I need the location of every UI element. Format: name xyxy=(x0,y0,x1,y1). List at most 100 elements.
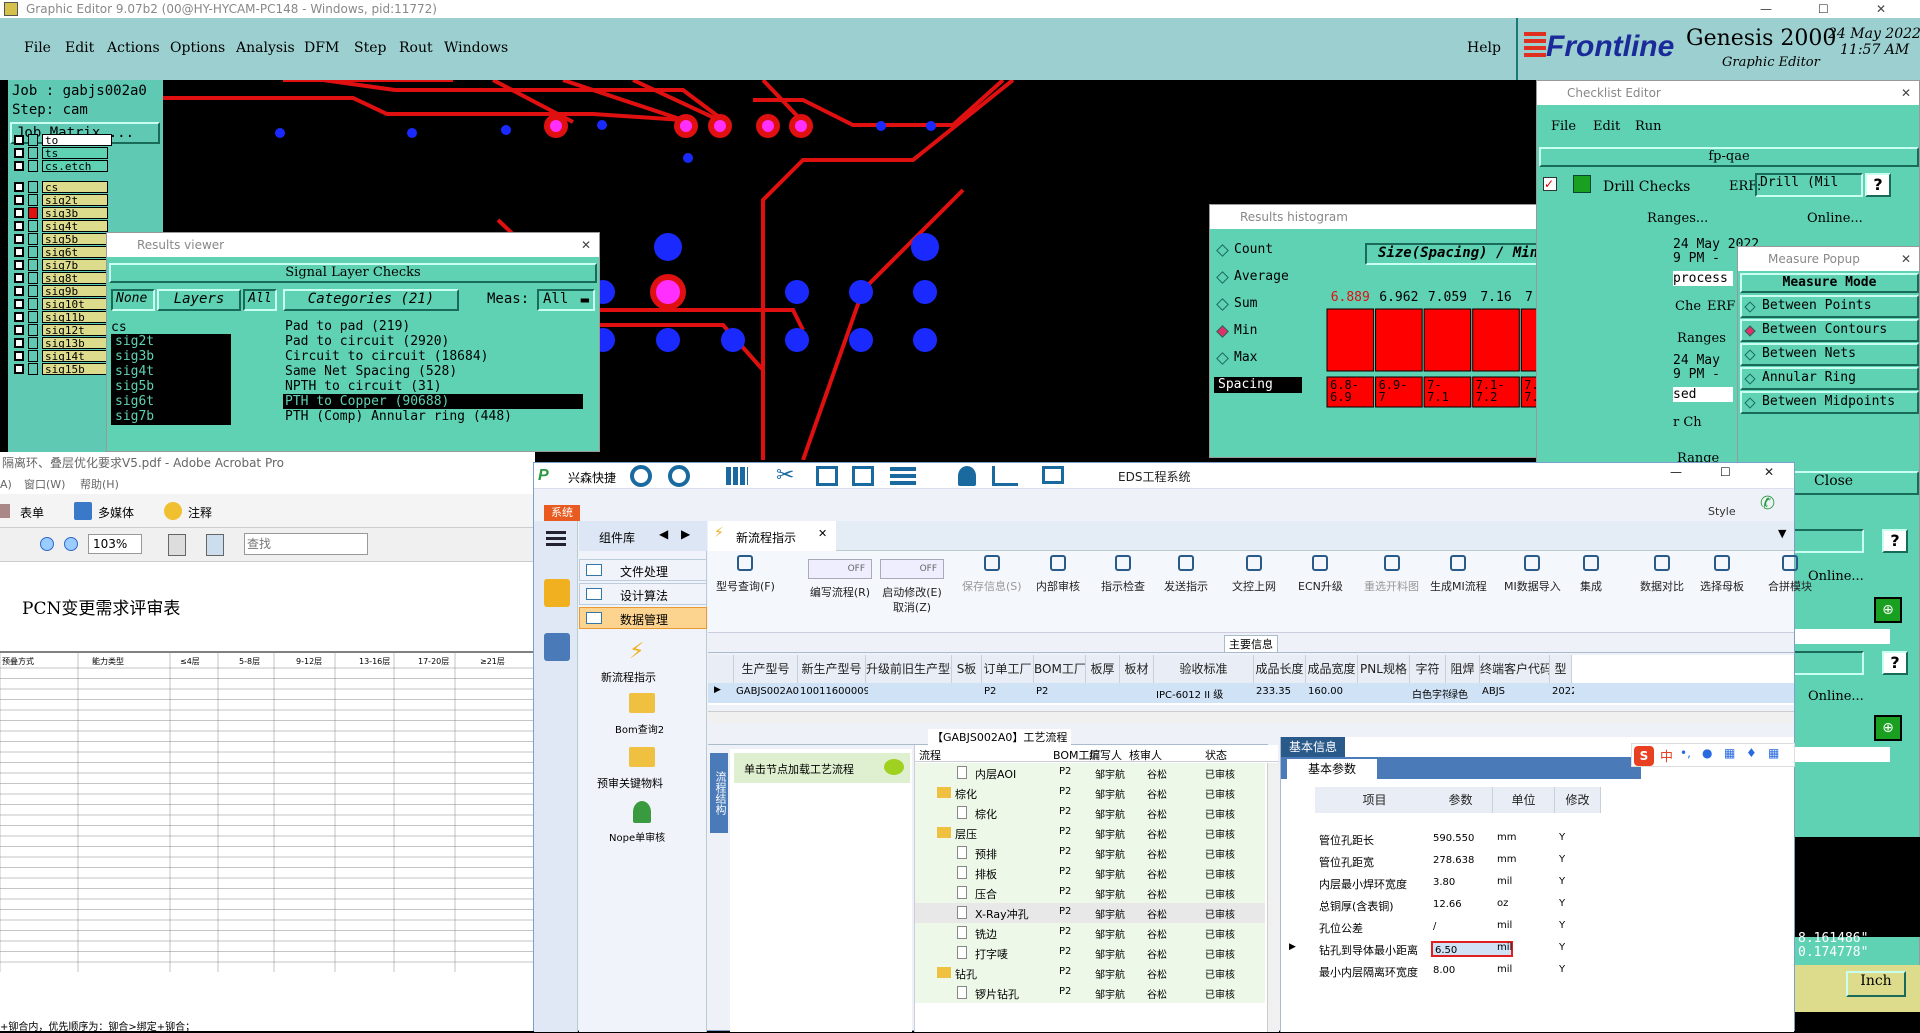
ime-logo-icon[interactable]: S xyxy=(1634,746,1654,766)
flow-row[interactable]: 棕化 P2 邹宇航 谷松 已审核 xyxy=(915,803,1265,823)
param-column-header[interactable]: 单位 xyxy=(1493,787,1555,813)
style-label[interactable]: Style xyxy=(1708,505,1736,518)
folder-icon[interactable] xyxy=(629,693,655,713)
param-column-header[interactable]: 修改 xyxy=(1555,787,1601,813)
forms-button[interactable]: 表单 xyxy=(20,504,44,521)
acrobat-menu-window[interactable]: 窗口(W) xyxy=(24,476,65,494)
checklist-menu-file[interactable]: File xyxy=(1551,119,1576,134)
ime-punct-icon[interactable]: •, xyxy=(1680,746,1691,760)
grid-column-header[interactable]: 订单工厂 xyxy=(982,655,1034,683)
ranges-button[interactable]: Ranges... xyxy=(1647,211,1708,226)
grid-icon[interactable] xyxy=(726,467,748,485)
factory-icon[interactable] xyxy=(544,579,570,607)
param-row[interactable]: ▶ 钻孔到导体最小距离 6.50 mil Y xyxy=(1285,939,1615,959)
sidebar-item-data[interactable]: 数据管理 xyxy=(579,607,707,629)
toolbar-button[interactable]: 选择母板 xyxy=(1700,555,1744,594)
rv-layer-item[interactable]: sig2t xyxy=(111,334,231,350)
zoom-out-icon[interactable] xyxy=(40,537,54,551)
layer-checkbox[interactable] xyxy=(14,273,24,283)
zoom-icon[interactable]: ⊕ xyxy=(1874,597,1902,623)
histogram-bar[interactable] xyxy=(1423,308,1472,372)
layer-row[interactable]: to xyxy=(12,134,160,147)
table-cell[interactable]: P2 xyxy=(1036,686,1088,697)
histogram-bar[interactable] xyxy=(1472,308,1520,372)
flow-row[interactable]: 层压 P2 邹宇航 谷松 已审核 xyxy=(915,823,1265,843)
rv-layer-item[interactable]: sig4t xyxy=(111,364,231,380)
measure-option[interactable]: Annular Ring xyxy=(1740,367,1919,390)
close-icon[interactable]: ✕ xyxy=(1764,465,1774,479)
layer-row[interactable]: ts xyxy=(12,147,160,160)
toolbar-button[interactable]: 指示检查 xyxy=(1101,555,1145,594)
histogram-bar[interactable] xyxy=(1375,308,1423,372)
layer-checkbox[interactable] xyxy=(14,148,24,158)
toolbar-button[interactable]: 重选开料图 xyxy=(1364,555,1419,594)
table-cell[interactable]: 白色字符 xyxy=(1412,686,1448,701)
rv-layer-item[interactable]: sig3b xyxy=(111,349,231,365)
layer-row[interactable]: cs xyxy=(12,181,160,194)
layer-checkbox[interactable] xyxy=(14,338,24,348)
layer-row[interactable]: sig3b xyxy=(12,207,160,220)
param-column-header[interactable]: 参数 xyxy=(1429,787,1493,813)
flow-row[interactable]: 排板 P2 邹宇航 谷松 已审核 xyxy=(915,863,1265,883)
toolbar-button[interactable]: ECN升级 xyxy=(1298,555,1343,594)
user-icon[interactable] xyxy=(958,466,976,486)
grid-column-header[interactable]: 字符 xyxy=(1410,655,1446,683)
toolbar-button[interactable]: 内部审核 xyxy=(1036,555,1080,594)
param-row[interactable]: 管位孔距宽 278.638 mm Y xyxy=(1285,851,1615,871)
layer-checkbox[interactable] xyxy=(14,247,24,257)
find-input[interactable] xyxy=(244,533,368,555)
grid-column-header[interactable]: 终端客户代码 xyxy=(1480,655,1550,683)
flow-row[interactable]: 棕化 P2 邹宇航 谷松 已审核 xyxy=(915,783,1265,803)
erf-field[interactable]: Drill (Mil xyxy=(1755,173,1863,197)
online-button-2[interactable]: Online... xyxy=(1808,689,1864,704)
field-select[interactable]: Spacing xyxy=(1214,377,1302,393)
basic-params-tab[interactable]: 基本参数 xyxy=(1287,759,1377,779)
grid-column-header[interactable]: S板 xyxy=(952,655,982,683)
table-cell[interactable]: IPC-6012 II 级 xyxy=(1156,686,1256,701)
flow-vscroll[interactable] xyxy=(1267,763,1279,1032)
help-button[interactable]: ? xyxy=(1865,173,1891,197)
close-icon[interactable]: ✕ xyxy=(1901,81,1911,105)
meas-select[interactable]: All ▬ xyxy=(537,289,595,311)
flow-row[interactable]: X-Ray冲孔 P2 邹宇航 谷松 已审核 xyxy=(915,903,1265,923)
menu-dfm[interactable]: DFM xyxy=(304,40,339,56)
close-icon[interactable]: ✕ xyxy=(1876,0,1886,18)
person-icon[interactable] xyxy=(633,801,651,823)
flow-row[interactable]: 铣边 P2 邹宇航 谷松 已审核 xyxy=(915,923,1265,943)
layer-row[interactable]: cs.etch xyxy=(12,160,160,173)
zoom-field[interactable]: 103% xyxy=(88,534,142,554)
acrobat-menu-help[interactable]: 帮助(H) xyxy=(80,476,119,494)
system-tab[interactable]: 系统 xyxy=(544,505,580,521)
close-icon[interactable]: ✕ xyxy=(581,233,591,257)
histogram-bar[interactable] xyxy=(1326,308,1375,372)
flow-row[interactable]: 锣片钻孔 P2 邹宇航 谷松 已审核 xyxy=(915,983,1265,1003)
keyboard-icon[interactable]: ▦ xyxy=(1724,746,1735,760)
check-name[interactable]: Drill Checks xyxy=(1603,179,1690,195)
grid-column-header[interactable]: BOM工厂 xyxy=(1034,655,1086,683)
grid-column-header[interactable]: 生产型号 xyxy=(734,655,798,683)
param-row[interactable]: 最小内层隔离环宽度 8.00 mil Y xyxy=(1285,961,1615,981)
layer-checkbox[interactable] xyxy=(14,221,24,231)
all-layers-button[interactable]: All xyxy=(243,289,277,311)
histogram-option[interactable]: Max xyxy=(1216,349,1312,371)
minimize-icon[interactable]: — xyxy=(1670,465,1682,479)
layer-checkbox[interactable] xyxy=(14,325,24,335)
grid-column-header[interactable]: 型 xyxy=(1550,655,1572,683)
param-row[interactable]: 管位孔距长 590.550 mm Y xyxy=(1285,829,1615,849)
grid-column-header[interactable]: PNL规格 xyxy=(1358,655,1410,683)
layer-checkbox[interactable] xyxy=(14,286,24,296)
toolbar-button[interactable]: 发送指示 xyxy=(1164,555,1208,594)
param-row[interactable]: 孔位公差 / mil Y xyxy=(1285,917,1615,937)
menu-file[interactable]: File xyxy=(24,40,51,56)
layer-row[interactable]: sig2t xyxy=(12,194,160,207)
apps-icon[interactable]: ▦ xyxy=(1768,746,1779,760)
layer-checkbox[interactable] xyxy=(14,312,24,322)
toolbar-button[interactable]: 集成 xyxy=(1580,555,1602,594)
unit-button[interactable]: Inch xyxy=(1846,971,1906,997)
chart-icon[interactable] xyxy=(992,466,1018,486)
menu-edit[interactable]: Edit xyxy=(65,40,94,56)
menu-icon[interactable] xyxy=(546,531,566,547)
close-icon[interactable]: ✕ xyxy=(818,527,827,540)
layer-checkbox[interactable] xyxy=(14,299,24,309)
grid-column-header[interactable]: 成品宽度 xyxy=(1306,655,1358,683)
